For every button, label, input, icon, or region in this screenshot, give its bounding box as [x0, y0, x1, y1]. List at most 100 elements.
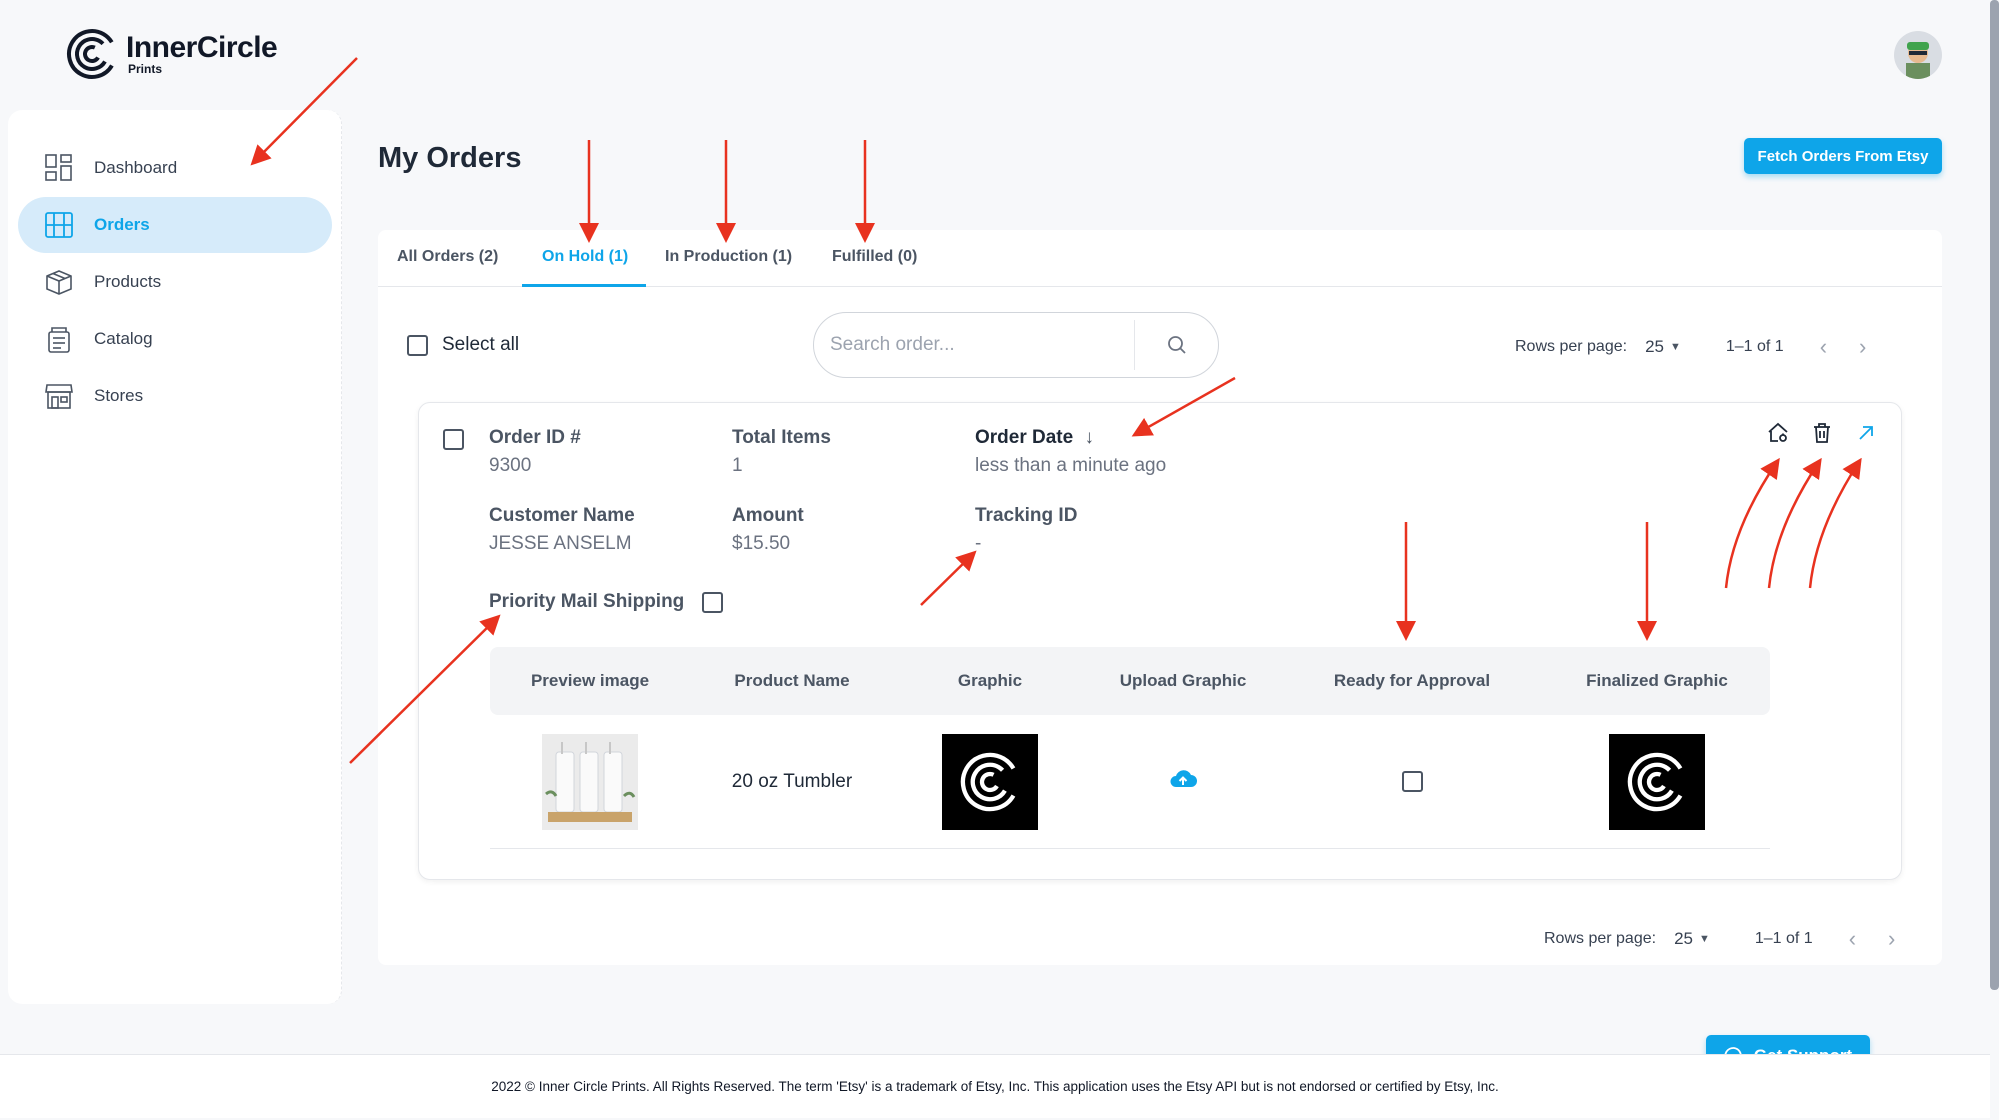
order-date-label: Order Date [975, 427, 1074, 448]
page-title: My Orders [378, 142, 522, 174]
column-header: Finalized Graphic [1586, 671, 1728, 690]
total-items-value: 1 [732, 455, 743, 476]
brand-logo[interactable]: InnerCircle Prints [66, 28, 278, 80]
search-icon [1167, 336, 1186, 354]
catalog-icon [48, 327, 70, 353]
select-all-checkbox[interactable] [407, 334, 428, 356]
priority-mail-shipping[interactable]: Priority Mail Shipping [489, 591, 724, 613]
tab-in-production[interactable]: In Production (1) [665, 248, 792, 266]
upload-cloud-icon[interactable] [1168, 767, 1198, 797]
order-date-sort[interactable]: Order Date ↓ [975, 427, 1166, 449]
rows-per-page-select[interactable]: 25 ▼ [1674, 929, 1710, 949]
top-pagination: Rows per page: 25 ▼ 1–1 of 1 ‹ › [1515, 334, 1866, 360]
sidebar: Dashboard Orders Products Catalog Stores [8, 110, 342, 1004]
amount-value: $15.50 [732, 533, 791, 554]
sidebar-item-catalog[interactable]: Catalog [18, 311, 332, 367]
sidebar-item-label: Dashboard [94, 158, 178, 177]
rows-per-page-value: 25 [1645, 337, 1664, 356]
home-icon[interactable] [1766, 421, 1790, 445]
tab-on-hold[interactable]: On Hold (1) [542, 248, 628, 266]
dropdown-arrow-icon: ▼ [1698, 933, 1710, 945]
customer-name-value: JESSE ANSELM [489, 533, 632, 554]
rows-per-page-label: Rows per page: [1544, 930, 1657, 947]
rows-per-page-value: 25 [1674, 929, 1693, 948]
dropdown-arrow-icon: ▼ [1669, 341, 1681, 353]
priority-mail-checkbox[interactable] [702, 591, 724, 613]
total-items-field: Total Items 1 [732, 427, 831, 477]
sidebar-item-label: Stores [94, 386, 144, 405]
amount-label: Amount [732, 505, 804, 526]
active-tab-indicator [522, 284, 646, 287]
product-preview-image[interactable] [542, 733, 638, 830]
sidebar-item-label: Catalog [94, 329, 153, 348]
column-header: Product Name [734, 671, 850, 690]
user-avatar[interactable] [1894, 31, 1942, 79]
column-header: Upload Graphic [1119, 671, 1247, 690]
innercircle-logo-icon [960, 752, 1020, 811]
previous-page-icon[interactable]: ‹ [1820, 334, 1827, 360]
tab-all-orders[interactable]: All Orders (2) [397, 248, 498, 266]
orders-icon [45, 212, 73, 238]
order-tabs: All Orders (2) On Hold (1) In Production… [378, 230, 1942, 287]
sidebar-item-label: Orders [94, 215, 150, 234]
order-card: Order ID # 9300 Total Items 1 Order Date… [418, 402, 1902, 880]
pagination-range: 1–1 of 1 [1754, 930, 1813, 947]
order-id-label: Order ID # [489, 427, 581, 448]
dashboard-icon [45, 154, 72, 181]
sort-down-arrow-icon: ↓ [1084, 427, 1094, 448]
sidebar-item-orders[interactable]: Orders [18, 197, 332, 253]
search-input[interactable] [814, 315, 1134, 375]
sidebar-item-stores[interactable]: Stores [18, 368, 332, 424]
pagination-range: 1–1 of 1 [1725, 338, 1784, 355]
order-id-value: 9300 [489, 455, 532, 476]
search-box [813, 312, 1219, 378]
graphic-image[interactable] [942, 733, 1038, 830]
sidebar-item-label: Products [94, 272, 162, 291]
product-name: 20 oz Tumbler [731, 770, 853, 792]
customer-name-label: Customer Name [489, 505, 635, 526]
previous-page-icon[interactable]: ‹ [1849, 926, 1856, 952]
order-date-field: Order Date ↓ less than a minute ago [975, 427, 1166, 477]
order-id-field: Order ID # 9300 [489, 427, 581, 477]
column-header: Ready for Approval [1333, 671, 1491, 690]
column-header: Preview image [530, 671, 650, 690]
footer: 2022 © Inner Circle Prints. All Rights R… [0, 1054, 1990, 1118]
innercircle-logo-icon [67, 29, 117, 79]
order-items-table: Preview image Product Name Graphic Uploa… [490, 647, 1770, 849]
innercircle-logo-icon [1627, 752, 1687, 811]
next-page-icon[interactable]: › [1859, 334, 1866, 360]
orders-panel: All Orders (2) On Hold (1) In Production… [378, 230, 1942, 965]
sidebar-item-products[interactable]: Products [18, 254, 332, 310]
table-row: 20 oz Tumbler [490, 715, 1770, 849]
column-header: Graphic [957, 671, 1023, 690]
sidebar-item-dashboard[interactable]: Dashboard [18, 140, 332, 196]
rows-per-page-select[interactable]: 25 ▼ [1645, 337, 1681, 357]
ready-for-approval-checkbox[interactable] [1401, 771, 1423, 792]
select-all[interactable]: Select all [407, 334, 519, 356]
box-icon [46, 270, 72, 295]
footer-text: 2022 © Inner Circle Prints. All Rights R… [491, 1079, 1499, 1094]
page-scrollbar[interactable] [1990, 0, 1999, 990]
table-header: Preview image Product Name Graphic Uploa… [490, 647, 1770, 715]
tracking-field: Tracking ID - [975, 505, 1077, 555]
rows-per-page-label: Rows per page: [1515, 338, 1628, 355]
bottom-pagination: Rows per page: 25 ▼ 1–1 of 1 ‹ › [1544, 926, 1895, 952]
search-button[interactable] [1135, 335, 1218, 355]
order-date-value: less than a minute ago [975, 455, 1167, 476]
total-items-label: Total Items [732, 427, 831, 448]
priority-mail-label: Priority Mail Shipping [489, 591, 685, 612]
fetch-orders-button[interactable]: Fetch Orders From Etsy [1744, 138, 1942, 174]
tab-fulfilled[interactable]: Fulfilled (0) [832, 248, 917, 266]
external-link-icon[interactable] [1854, 421, 1878, 445]
tracking-label: Tracking ID [975, 505, 1078, 526]
tracking-value: - [975, 533, 982, 554]
select-all-label: Select all [442, 334, 520, 355]
trash-icon[interactable] [1810, 421, 1834, 445]
store-icon [45, 384, 73, 409]
customer-name-field: Customer Name JESSE ANSELM [489, 505, 635, 555]
next-page-icon[interactable]: › [1888, 926, 1895, 952]
order-checkbox[interactable] [443, 429, 464, 450]
brand-subtitle: Prints [128, 62, 163, 76]
order-actions [1766, 421, 1878, 445]
finalized-graphic-image[interactable] [1609, 733, 1705, 830]
